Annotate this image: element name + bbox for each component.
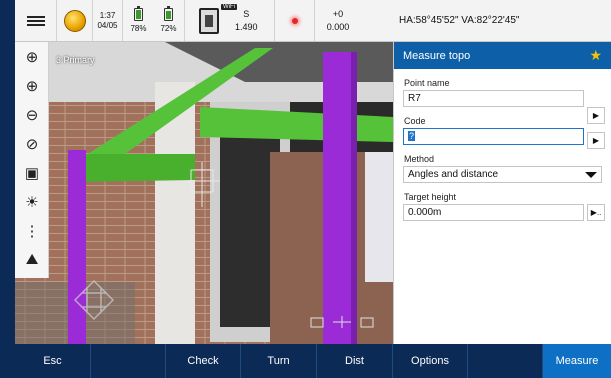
video-viewport[interactable] xyxy=(15,42,393,344)
target-height-field[interactable]: 0.000m xyxy=(403,204,584,221)
softkey-bar: Esc Check Turn Dist Options Measure xyxy=(15,344,611,378)
battery-status[interactable]: 78% 72% xyxy=(123,0,185,41)
camera-icon[interactable]: ▣ xyxy=(15,158,49,187)
zoom-in-icon[interactable]: ⊕ xyxy=(15,71,49,100)
date-text: 04/05 xyxy=(97,20,118,30)
softkey-empty-1[interactable] xyxy=(91,344,166,378)
favorite-star-icon[interactable]: ★ xyxy=(589,47,602,64)
battery-1-percent: 78% xyxy=(130,23,147,33)
globe-icon xyxy=(63,9,86,32)
scene-image xyxy=(15,42,393,344)
distance-readout: 1.490 xyxy=(235,22,258,32)
target-height-options-button[interactable]: ▶.. xyxy=(587,204,605,221)
status-bar: 1:37 04/05 78% 72% WiFi S 1.490 +0 0.000 xyxy=(15,0,393,42)
battery-icon xyxy=(134,5,143,21)
panel-header: Measure topo ★ xyxy=(394,42,611,69)
time-text: 1:37 xyxy=(99,10,116,20)
map-layers-icon[interactable]: ⛰ xyxy=(15,245,49,274)
measure-button[interactable]: Measure xyxy=(543,344,611,378)
menu-icon[interactable] xyxy=(15,0,57,41)
laser-icon xyxy=(291,17,298,24)
more-icon[interactable]: ⋮ xyxy=(15,216,49,245)
laser-pointer-button[interactable] xyxy=(275,0,315,41)
turn-button[interactable]: Turn xyxy=(241,344,317,378)
view-label: 3 Primary xyxy=(56,55,95,65)
battery-1: 78% xyxy=(124,5,154,34)
battery-2-percent: 72% xyxy=(160,23,177,33)
point-name-label: Point name xyxy=(404,78,450,88)
code-field[interactable]: ? xyxy=(403,128,584,145)
zoom-out-icon[interactable]: ⊖ xyxy=(15,100,49,129)
dist-button[interactable]: Dist xyxy=(317,344,393,378)
ppm-text: 0.000 xyxy=(326,21,350,32)
method-value: Angles and distance xyxy=(408,169,499,180)
panel-title: Measure topo xyxy=(403,49,471,62)
steel-beam-horizontal xyxy=(73,154,195,182)
target-height-label: Target height xyxy=(404,192,457,202)
map-toolbar: ⊕ ⊕ ⊖ ⊘ ▣ ☀ ⋮ ⛰ xyxy=(15,42,49,278)
measure-topo-panel: Measure topo ★ Point name R7 ▶ Code ? ▶ … xyxy=(393,42,611,344)
clock: 1:37 04/05 xyxy=(93,0,123,41)
brightness-icon[interactable]: ☀ xyxy=(15,187,49,216)
code-field-value: ? xyxy=(408,131,416,141)
steel-column-left xyxy=(68,150,86,344)
steel-column-right xyxy=(323,52,351,344)
zoom-extents-icon[interactable]: ⊕ xyxy=(15,42,49,71)
total-station-icon xyxy=(199,7,219,34)
softkey-empty-2[interactable] xyxy=(468,344,543,378)
prism-constant-text: +0 xyxy=(332,8,344,19)
zoom-previous-icon[interactable]: ⊘ xyxy=(15,129,49,158)
app-window: 1:37 04/05 78% 72% WiFi S 1.490 +0 0.000… xyxy=(0,0,611,378)
point-name-arrow-button[interactable]: ▶ xyxy=(587,107,605,124)
battery-icon xyxy=(164,5,173,21)
gnss-status-button[interactable] xyxy=(57,0,93,41)
battery-2: 72% xyxy=(154,5,184,34)
point-name-field[interactable]: R7 xyxy=(403,90,584,107)
method-label: Method xyxy=(404,154,435,164)
face-indicator: S xyxy=(243,9,250,19)
method-select[interactable]: Angles and distance xyxy=(403,166,602,183)
esc-button[interactable]: Esc xyxy=(15,344,91,378)
chevron-down-icon xyxy=(585,172,597,178)
instrument-status-button[interactable]: WiFi S 1.490 xyxy=(185,0,275,41)
options-button[interactable]: Options xyxy=(393,344,468,378)
angle-readout: HA:58°45'52" VA:82°22'45" xyxy=(393,0,611,42)
code-label: Code xyxy=(404,116,426,126)
code-arrow-button[interactable]: ▶ xyxy=(587,132,605,149)
prism-constant-button[interactable]: +0 0.000 xyxy=(315,0,361,41)
check-button[interactable]: Check xyxy=(166,344,241,378)
